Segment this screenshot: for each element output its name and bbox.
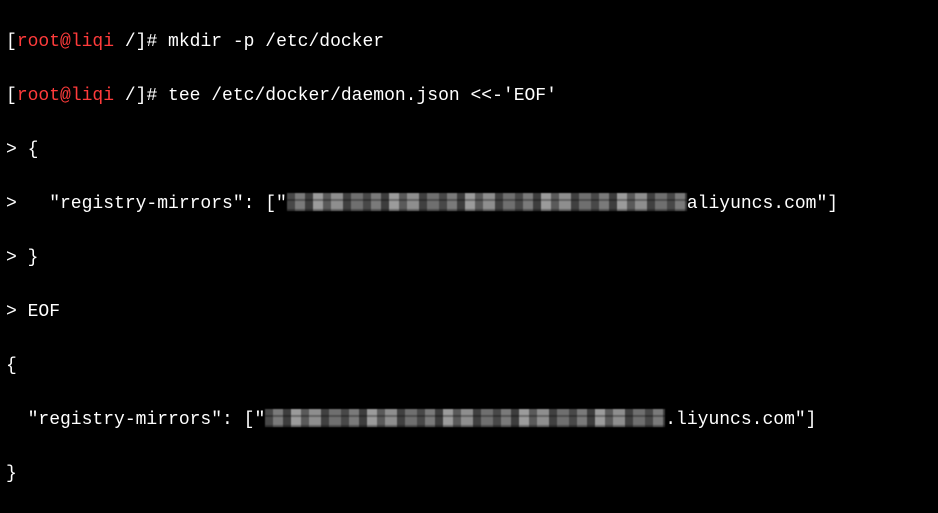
prompt-cwd: / [114, 32, 136, 52]
terminal-line: > EOF [6, 299, 934, 326]
output-text: { [6, 356, 17, 376]
prompt-user-host: root@liqi [17, 86, 114, 106]
heredoc-text: > { [6, 140, 38, 160]
command-text: tee /etc/docker/daemon.json <<-'EOF' [168, 86, 557, 106]
terminal-line: [root@liqi /]# mkdir -p /etc/docker [6, 29, 934, 56]
terminal-line: > } [6, 245, 934, 272]
output-text: } [6, 464, 17, 484]
terminal-line: [root@liqi /]# tee /etc/docker/daemon.js… [6, 83, 934, 110]
prompt-bracket-close: ]# [136, 32, 168, 52]
command-text: mkdir -p /etc/docker [168, 32, 384, 52]
output-lead: "registry-mirrors": [" [6, 410, 265, 430]
prompt-cwd: / [114, 86, 136, 106]
heredoc-lead: > "registry-mirrors": [" [6, 194, 287, 214]
terminal-line: > { [6, 137, 934, 164]
redacted-block [287, 193, 687, 211]
heredoc-tail: aliyuncs.com"] [687, 194, 838, 214]
terminal-line: "registry-mirrors": [" .liyuncs.com"] [6, 407, 934, 434]
heredoc-text: > EOF [6, 302, 60, 322]
terminal[interactable]: [root@liqi /]# mkdir -p /etc/docker [roo… [0, 0, 938, 513]
terminal-line: } [6, 461, 934, 488]
terminal-line: { [6, 353, 934, 380]
prompt-bracket-open: [ [6, 32, 17, 52]
heredoc-text: > } [6, 248, 38, 268]
output-tail: .liyuncs.com"] [665, 410, 816, 430]
terminal-line: > "registry-mirrors": [" aliyuncs.com"] [6, 191, 934, 218]
prompt-user-host: root@liqi [17, 32, 114, 52]
redacted-block [265, 409, 665, 427]
